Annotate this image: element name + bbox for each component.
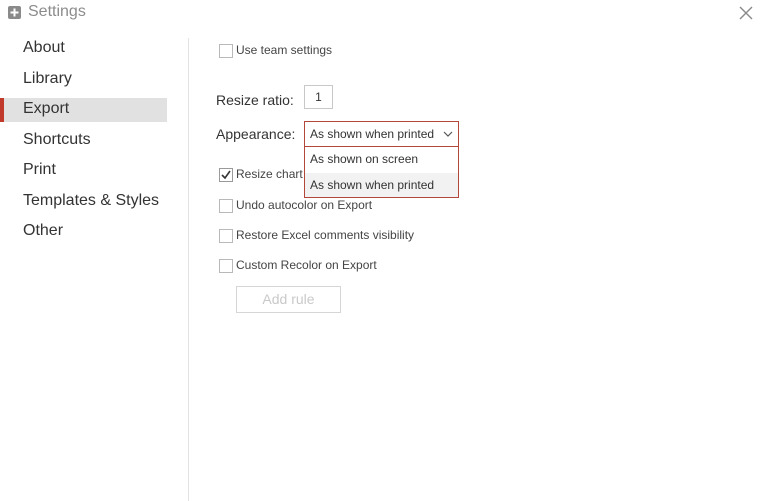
sidebar-item-library[interactable]: Library	[0, 68, 167, 92]
option-label: As shown when printed	[310, 178, 435, 192]
appearance-dropdown-list: As shown on screen As shown when printed	[304, 147, 459, 198]
sidebar-item-label: Other	[23, 222, 64, 239]
custom-recolor-label: Custom Recolor on Export	[236, 258, 377, 272]
appearance-option-on-screen[interactable]: As shown on screen	[305, 147, 458, 171]
sidebar-item-label: Library	[23, 70, 72, 87]
sidebar-item-templates-styles[interactable]: Templates & Styles	[0, 190, 167, 214]
sidebar-item-other[interactable]: Other	[0, 220, 167, 244]
undo-autocolor-checkbox[interactable]	[219, 199, 233, 213]
restore-comments-checkbox[interactable]	[219, 229, 233, 243]
custom-recolor-checkbox[interactable]	[219, 259, 233, 273]
appearance-label: Appearance:	[216, 126, 296, 142]
sidebar-item-shortcuts[interactable]: Shortcuts	[0, 129, 167, 153]
undo-autocolor-label: Undo autocolor on Export	[236, 198, 373, 212]
sidebar-item-export[interactable]: Export	[0, 98, 167, 122]
appearance-select[interactable]: As shown when printed	[304, 121, 459, 147]
sidebar-item-label: Templates & Styles	[23, 192, 160, 209]
sidebar-item-label: Shortcuts	[23, 131, 91, 148]
sidebar-item-label: About	[23, 39, 65, 56]
sidebar-item-label: Export	[23, 100, 70, 117]
restore-comments-label: Restore Excel comments visibility	[236, 228, 415, 242]
add-rule-button[interactable]: Add rule	[236, 286, 341, 313]
sidebar-divider	[188, 38, 189, 501]
use-team-settings-checkbox[interactable]	[219, 44, 233, 58]
sidebar-item-about[interactable]: About	[0, 37, 167, 61]
sidebar-item-label: Print	[23, 161, 56, 178]
plus-square-icon	[8, 6, 21, 19]
resize-chart-label: Resize chart l	[236, 167, 309, 181]
settings-window: Settings About Library Export Shortcuts …	[0, 0, 769, 501]
appearance-option-when-printed[interactable]: As shown when printed	[305, 173, 458, 197]
use-team-settings-label: Use team settings	[236, 43, 333, 57]
window-title: Settings	[28, 3, 86, 20]
appearance-selected-value: As shown when printed	[310, 127, 435, 141]
checkmark-icon	[221, 170, 231, 180]
resize-ratio-input[interactable]: 1	[304, 85, 333, 109]
resize-ratio-label: Resize ratio:	[216, 92, 294, 108]
sidebar-item-print[interactable]: Print	[0, 159, 167, 183]
close-icon	[739, 6, 753, 20]
resize-chart-checkbox[interactable]	[219, 168, 233, 182]
option-label: As shown on screen	[310, 152, 419, 166]
close-button[interactable]	[736, 3, 756, 23]
chevron-down-icon	[443, 131, 453, 137]
title-bar: Settings	[0, 0, 769, 28]
